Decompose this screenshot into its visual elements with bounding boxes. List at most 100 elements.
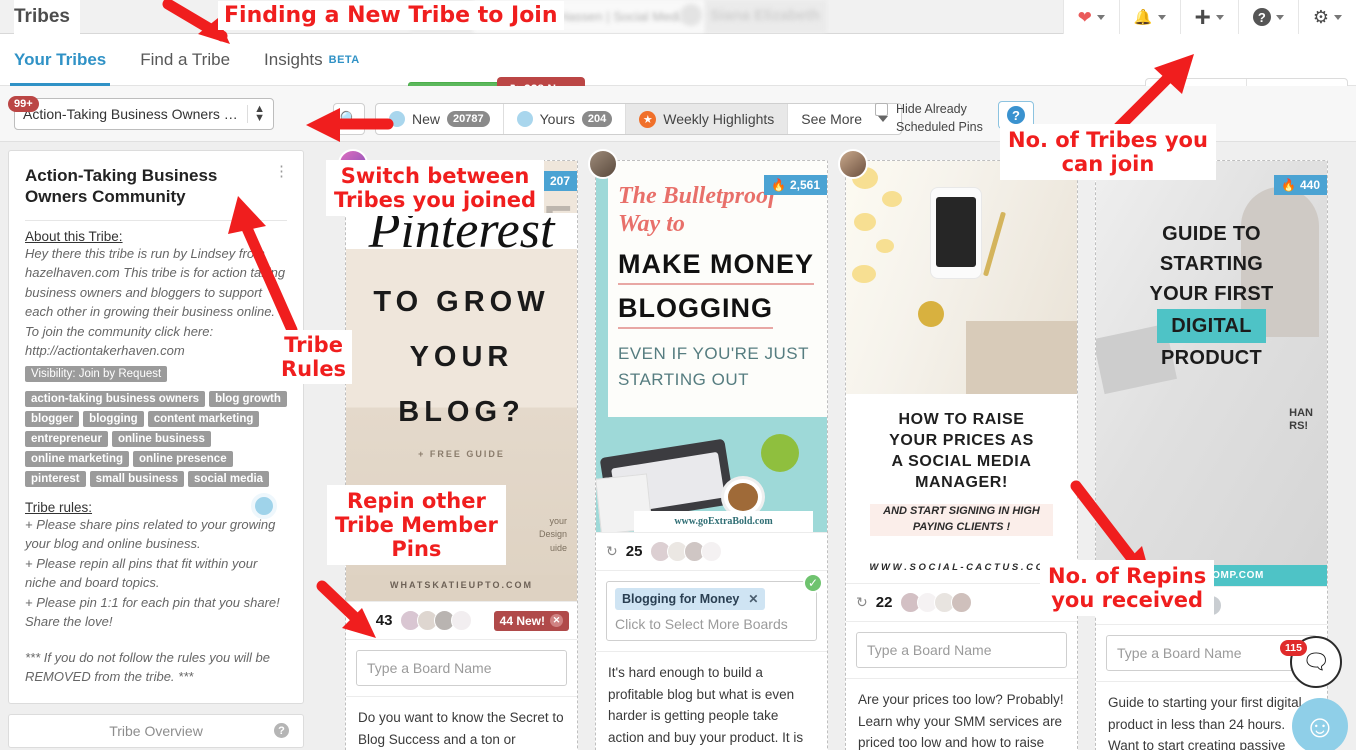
gear-icon: ⚙ (1312, 7, 1329, 27)
pin-card[interactable]: 🔥 2,561 The Bulletproof Way to MAKE MONE… (588, 149, 828, 750)
pin-image-footer: www.goExtraBold.com (634, 511, 813, 532)
repin-icon[interactable]: ↻ (606, 543, 618, 560)
rules-heading: Tribe rules: (25, 499, 93, 515)
chevron-down-icon (1096, 14, 1105, 20)
avatar (701, 541, 723, 562)
pin-text-line: BLOGGING (618, 293, 773, 329)
filter-yours[interactable]: Yours 204 (504, 104, 627, 134)
pin-text-line: Way to (618, 210, 685, 237)
tribe-tag[interactable]: pinterest (25, 470, 86, 487)
pin-text-line: YOUR FIRST (1149, 283, 1274, 305)
feedback-smiley-button[interactable]: ☺ (1292, 698, 1348, 750)
tribe-tag[interactable]: blogger (25, 410, 80, 427)
hide-scheduled-line2: Scheduled Pins (896, 120, 983, 135)
pin-stats-row: ↻ 25 (596, 532, 827, 570)
chat-unread-count: 115 (1280, 640, 1307, 656)
avatar[interactable] (838, 149, 868, 179)
settings-menu-button[interactable]: ⚙ (1297, 0, 1356, 34)
avatar[interactable] (588, 149, 618, 179)
pin-description: It's hard enough to build a profitable b… (596, 651, 827, 750)
question-mark-icon: ? (1252, 8, 1271, 26)
pin-text-line: MANAGER! (915, 474, 1008, 492)
tribe-tag[interactable]: entrepreneur (25, 430, 108, 447)
tribe-options-kebab-icon[interactable]: ⋮ (274, 164, 289, 179)
hot-score-value: 207 (549, 174, 570, 188)
arrow-to-tribe-rules (228, 196, 298, 336)
question-mark-icon[interactable]: ? (274, 723, 289, 738)
repinner-avatars (400, 610, 473, 631)
avatar (451, 610, 473, 631)
tribe-tag[interactable]: online business (111, 430, 211, 447)
annotation-repins-received: No. of Repins you received (1040, 560, 1215, 617)
tribe-tag[interactable]: action-taking business owners (25, 390, 206, 407)
tribe-tag[interactable]: content marketing (147, 410, 260, 427)
board-multiselect[interactable]: Blogging for Money ✕ Click to Select Mor… (606, 581, 817, 641)
help-menu-button[interactable]: ? (1237, 0, 1298, 34)
pin-column-3: HOW TO RAISE YOUR PRICES AS A SOCIAL MED… (838, 149, 1078, 750)
board-name-input[interactable]: Type a Board Name (356, 650, 567, 686)
pin-card[interactable]: HOW TO RAISE YOUR PRICES AS A SOCIAL MED… (838, 149, 1078, 750)
annotation-switch-tribes: Switch between Tribes you joined (326, 160, 545, 217)
pin-side-note: HAN RS! (1289, 407, 1313, 433)
tribe-overview-card[interactable]: Tribe Overview ? (8, 713, 304, 748)
checkbox-icon[interactable] (875, 103, 888, 116)
question-mark-icon: ? (1007, 106, 1025, 124)
pin-image[interactable]: The Bulletproof Way to MAKE MONEY BLOGGI… (596, 161, 827, 532)
new-reshares-chip[interactable]: 44 New! ✕ (493, 610, 569, 631)
hot-score-value: 2,561 (789, 178, 820, 192)
pin-image[interactable]: HOW TO RAISE YOUR PRICES AS A SOCIAL MED… (846, 161, 1077, 583)
pin-text-line: BLOG? (398, 396, 525, 428)
repin-count: 25 (625, 543, 643, 560)
hide-scheduled-line1: Hide Already (896, 102, 967, 116)
tab-label: Insights (264, 50, 323, 69)
repinner-avatars (900, 592, 973, 613)
selected-board-chip[interactable]: Blogging for Money ✕ (615, 588, 766, 610)
pin-text-line: GUIDE TO (1162, 223, 1261, 245)
close-icon[interactable]: ✕ (550, 614, 563, 627)
tribe-tag[interactable]: small business (89, 470, 185, 487)
filter-weekly-highlights[interactable]: ★ Weekly Highlights (626, 104, 789, 134)
pin-text-line: EVEN IF YOU'RE JUST (618, 344, 809, 363)
tab-label: Find a Tribe (140, 50, 231, 69)
header-actions: ❤ 🔔 + ? ⚙ (1062, 0, 1356, 34)
selected-board-label: Blogging for Money (622, 592, 740, 606)
star-icon: ★ (639, 110, 657, 128)
close-icon[interactable]: ✕ (748, 592, 758, 606)
flame-icon: 🔥 (771, 178, 786, 192)
pin-card[interactable]: 🔥 207 PINTEREST USE Pinterest TO GROW YO… (338, 149, 578, 750)
unread-count-badge: 99+ (8, 96, 39, 112)
tab-your-tribes[interactable]: Your Tribes (10, 34, 111, 86)
pin-text-line: HOW TO RAISE (898, 411, 1025, 428)
account-label: Siana Elizabeth (710, 6, 821, 24)
arrow-to-repin-button (316, 580, 376, 638)
chat-support-button[interactable]: 115 🗨 (1280, 636, 1342, 688)
repinner-avatars (650, 541, 723, 562)
tribe-tag-list: action-taking business owners blog growt… (25, 390, 287, 487)
tab-insights[interactable]: Insights BETA (260, 34, 364, 86)
rules-warning: *** If you do not follow the rules you w… (25, 649, 270, 685)
select-more-boards-placeholder[interactable]: Click to Select More Boards (615, 616, 808, 632)
tribe-tag[interactable]: online marketing (25, 450, 130, 467)
annotation-tribe-rules: Tribe Rules (275, 330, 353, 385)
tribe-selector-value: Action-Taking Business Owners Co... (23, 106, 248, 122)
rules-text: + Please share pins related to your grow… (25, 516, 280, 630)
pin-text-line: DIGITAL (1157, 309, 1266, 343)
pin-text-line: STARTING (1159, 253, 1264, 275)
alerts-button[interactable]: 🔔 (1118, 0, 1180, 34)
tribe-selector[interactable]: Action-Taking Business Owners Co... ▲ ▼ (14, 98, 274, 130)
repin-icon[interactable]: ↻ (856, 594, 868, 611)
tribe-tag[interactable]: online presence (133, 450, 233, 467)
tribe-tag[interactable]: blogging (83, 410, 144, 427)
hide-scheduled-pins-checkbox[interactable]: Hide Already Scheduled Pins (875, 100, 983, 136)
pin-text-line: YOUR (409, 341, 514, 373)
filter-new-label: New (412, 111, 441, 127)
tribe-tag[interactable]: blog growth (209, 390, 287, 407)
tribe-tag[interactable]: social media (188, 470, 270, 487)
notifications-heart-button[interactable]: ❤ (1062, 0, 1119, 34)
board-name-input[interactable]: Type a Board Name (856, 632, 1067, 668)
board-selector-wrap: ✓ Blogging for Money ✕ Click to Select M… (596, 570, 827, 651)
smiley-face-icon: ☺ (1303, 707, 1337, 744)
pin-column-2: 🔥 2,561 The Bulletproof Way to MAKE MONE… (588, 149, 828, 750)
hot-score-value: 440 (1299, 178, 1320, 192)
add-button[interactable]: + (1179, 0, 1238, 34)
